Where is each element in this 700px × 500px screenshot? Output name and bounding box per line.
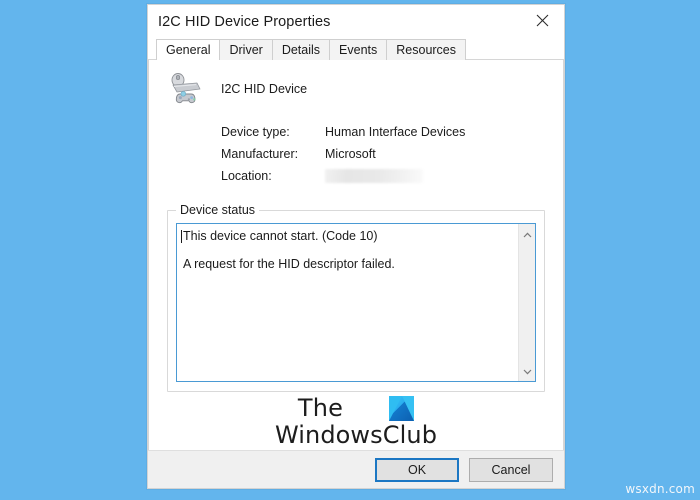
device-status-box[interactable]: This device cannot start. (Code 10) A re…: [176, 223, 536, 382]
text-caret: [181, 230, 182, 243]
property-value-location-redacted: [325, 169, 423, 183]
device-status-line-1: This device cannot start. (Code 10): [183, 229, 378, 243]
windowsclub-logo-icon: [389, 395, 415, 421]
watermark-line-1: The: [297, 394, 415, 422]
tab-page-general: I2C HID Device Device type: Human Interf…: [148, 60, 564, 450]
device-properties-list: Device type: Human Interface Devices Man…: [221, 121, 549, 187]
device-status-text: This device cannot start. (Code 10) A re…: [177, 224, 518, 381]
tab-driver[interactable]: Driver: [219, 39, 273, 60]
device-properties-dialog: I2C HID Device Properties General Driver…: [147, 4, 565, 489]
property-row-location: Location:: [221, 165, 549, 187]
device-name: I2C HID Device: [221, 82, 308, 96]
corner-watermark: wsxdn.com: [625, 482, 695, 496]
scroll-up-button[interactable]: [519, 227, 536, 241]
close-icon: [536, 14, 549, 27]
tab-general[interactable]: General: [156, 39, 221, 61]
property-value-manufacturer: Microsoft: [325, 147, 376, 161]
device-header: I2C HID Device: [163, 73, 549, 107]
device-status-scrollbar[interactable]: [518, 224, 535, 381]
chevron-down-icon: [523, 362, 532, 380]
tab-details[interactable]: Details: [271, 39, 331, 60]
watermark-text-the: The: [297, 394, 344, 422]
scroll-down-button[interactable]: [519, 364, 536, 378]
property-row-device-type: Device type: Human Interface Devices: [221, 121, 549, 143]
property-label-device-type: Device type:: [221, 125, 290, 139]
close-button[interactable]: [520, 5, 564, 35]
chevron-up-icon: [523, 225, 532, 243]
dialog-titlebar: I2C HID Device Properties: [148, 5, 564, 39]
dialog-title: I2C HID Device Properties: [158, 14, 331, 30]
tab-strip: General Driver Details Events Resources: [148, 39, 564, 61]
property-label-location: Location:: [221, 169, 272, 183]
device-status-line-2: A request for the HID descriptor failed.: [183, 256, 395, 271]
tab-resources[interactable]: Resources: [386, 39, 467, 60]
cancel-button[interactable]: Cancel: [469, 457, 553, 482]
tab-events[interactable]: Events: [329, 39, 388, 60]
watermark: The WindowsClub: [149, 394, 563, 449]
property-value-device-type: Human Interface Devices: [325, 125, 466, 139]
hid-device-icon: [167, 73, 203, 107]
watermark-text-windowsclub: WindowsClub: [274, 421, 438, 449]
device-status-group: Device status This device cannot start. …: [167, 203, 545, 392]
property-row-manufacturer: Manufacturer: Microsoft: [221, 143, 549, 165]
dialog-footer: OK Cancel: [148, 450, 564, 488]
ok-button[interactable]: OK: [375, 457, 459, 482]
property-label-manufacturer: Manufacturer:: [221, 147, 299, 161]
device-status-legend: Device status: [176, 203, 260, 217]
